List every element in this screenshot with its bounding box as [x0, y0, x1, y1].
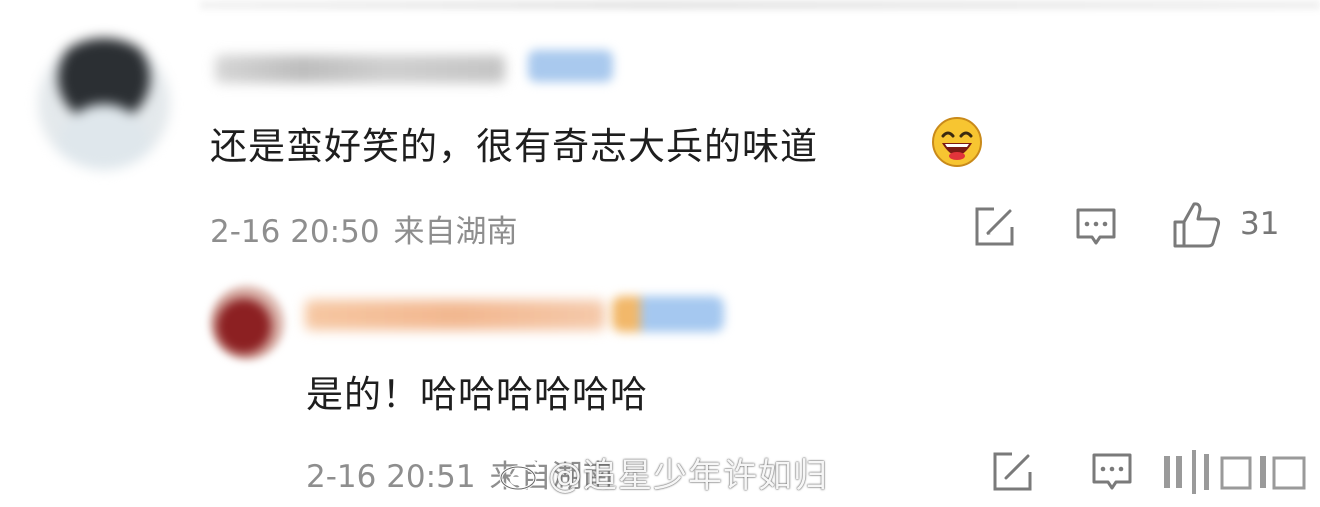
reply-repost-icon[interactable] — [990, 450, 1034, 494]
cropped-previous-comment — [200, 0, 1320, 10]
reply-user-badge-blurred — [612, 296, 724, 332]
user-badge-blurred — [528, 50, 613, 82]
comment-time: 2-16 20:50 — [210, 214, 380, 250]
reply-text: 是的！哈哈哈哈哈哈 — [306, 373, 648, 416]
avatar[interactable] — [38, 38, 170, 170]
reply-username-blurred[interactable] — [305, 300, 605, 330]
repost-icon[interactable] — [972, 205, 1016, 249]
laughing-emoji-icon — [932, 117, 982, 167]
like-count: 31 — [1240, 206, 1280, 242]
thumbs-up-icon[interactable] — [1172, 200, 1222, 250]
weibo-logo-icon — [499, 459, 540, 491]
comment-text: 还是蛮好笑的，很有奇志大兵的味道 — [210, 125, 818, 168]
reply-comment-icon[interactable] — [1090, 450, 1134, 494]
reply-time: 2-16 20:51 — [306, 459, 476, 495]
comment-meta: 2-16 20:50 来自湖南 — [210, 206, 518, 251]
reply-avatar[interactable] — [210, 285, 285, 360]
watermark-text: @追星少年许如归 — [548, 456, 828, 496]
comment-location: 来自湖南 — [393, 214, 518, 250]
watermark-stamp-icon — [1164, 450, 1306, 494]
weibo-watermark: @追星少年许如归 — [498, 448, 828, 497]
username-blurred[interactable] — [215, 55, 505, 83]
comment-icon[interactable] — [1074, 205, 1118, 249]
